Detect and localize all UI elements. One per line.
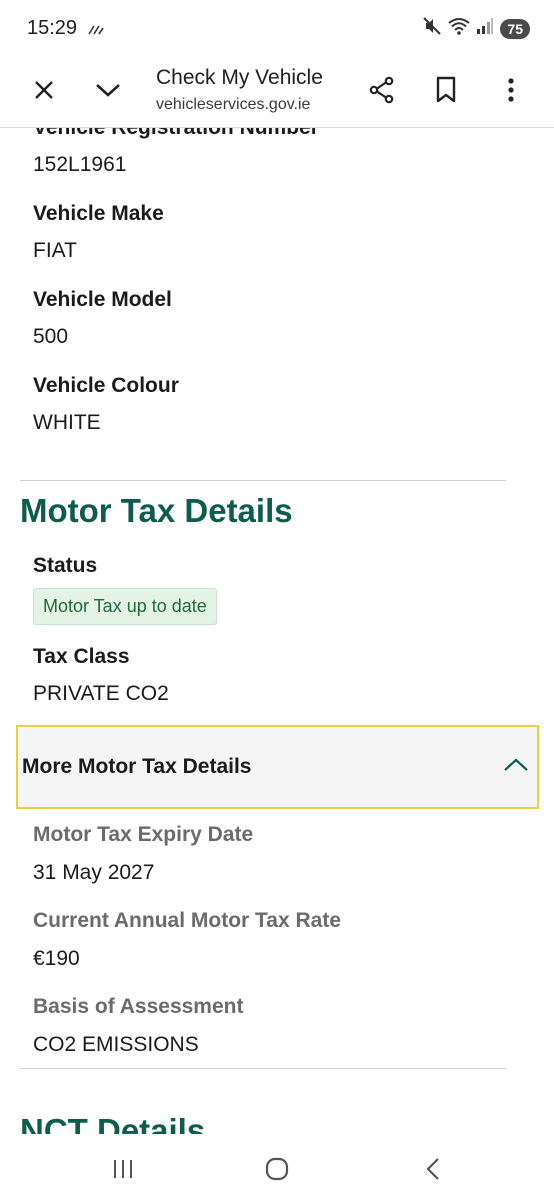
- accordion-label: More Motor Tax Details: [22, 755, 252, 778]
- registration-value: 152L1961: [33, 153, 127, 176]
- expiry-date-value: 31 May 2027: [33, 861, 155, 884]
- browser-toolbar: Check My Vehicle vehicleservices.gov.ie: [0, 58, 554, 128]
- chevron-down-icon[interactable]: [90, 72, 126, 108]
- more-motor-tax-accordion[interactable]: More Motor Tax Details: [16, 725, 539, 809]
- status-label: Status: [33, 554, 98, 577]
- make-value: FIAT: [33, 239, 77, 262]
- more-icon[interactable]: [493, 72, 529, 108]
- wifi-icon: [448, 17, 471, 40]
- assessment-basis-value: CO2 EMISSIONS: [33, 1033, 199, 1056]
- tax-class-label: Tax Class: [33, 645, 130, 668]
- home-icon[interactable]: [262, 1154, 292, 1184]
- model-label: Vehicle Model: [33, 288, 172, 311]
- section-divider: [20, 480, 506, 481]
- make-label: Vehicle Make: [33, 202, 164, 225]
- mute-icon: [422, 16, 442, 41]
- expiry-date-label: Motor Tax Expiry Date: [33, 823, 254, 846]
- status-time: 15:29: [27, 17, 78, 39]
- colour-label: Vehicle Colour: [33, 374, 179, 397]
- close-icon[interactable]: [26, 72, 62, 108]
- section-divider: [20, 1068, 506, 1069]
- page-url[interactable]: vehicleservices.gov.ie: [156, 96, 310, 114]
- annual-rate-value: €190: [33, 947, 80, 970]
- page-content: Vehicle Registration Number 152L1961 Veh…: [0, 128, 554, 1134]
- status-bar: 15:29 75: [0, 0, 554, 58]
- assessment-basis-label: Basis of Assessment: [33, 995, 244, 1018]
- bookmark-icon[interactable]: [428, 72, 464, 108]
- data-saver-icon: [88, 22, 104, 40]
- colour-value: WHITE: [33, 411, 101, 434]
- status-icons: 75: [422, 16, 530, 41]
- model-value: 500: [33, 325, 69, 348]
- signal-icon: [476, 17, 494, 40]
- page-title: Check My Vehicle: [156, 66, 323, 89]
- system-nav-bar: [0, 1134, 554, 1200]
- nct-heading: NCT Details: [20, 1112, 206, 1134]
- annual-rate-label: Current Annual Motor Tax Rate: [33, 909, 342, 932]
- back-icon[interactable]: [418, 1154, 448, 1184]
- registration-label: Vehicle Registration Number: [33, 128, 319, 140]
- recent-apps-icon[interactable]: [108, 1154, 138, 1184]
- chevron-up-icon: [503, 757, 529, 778]
- share-icon[interactable]: [364, 72, 400, 108]
- tax-class-value: PRIVATE CO2: [33, 682, 169, 705]
- motor-tax-heading: Motor Tax Details: [20, 492, 293, 529]
- battery-icon: 75: [500, 18, 530, 39]
- status-badge: Motor Tax up to date: [33, 588, 217, 625]
